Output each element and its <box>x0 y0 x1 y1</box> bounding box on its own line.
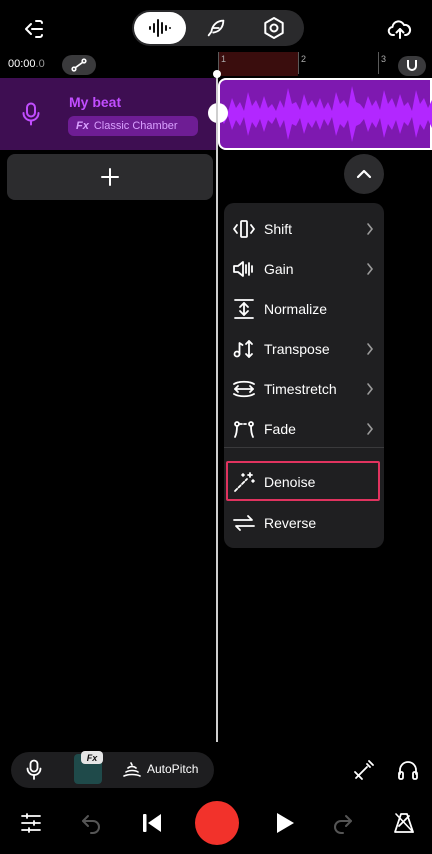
menu-divider <box>224 447 384 448</box>
mixer-button[interactable] <box>18 810 44 836</box>
chevron-up-icon <box>356 169 372 179</box>
autopitch-button[interactable]: AutoPitch <box>147 762 198 776</box>
menu-item-label: Fade <box>264 421 296 437</box>
play-icon <box>277 813 294 833</box>
cloud-upload-icon <box>387 20 412 39</box>
undo-button[interactable] <box>78 810 104 836</box>
exit-arrow-icon <box>25 20 43 38</box>
menu-item-fade[interactable]: Fade <box>224 411 384 447</box>
settings-mode-button[interactable] <box>256 10 292 46</box>
waveform-shape <box>218 86 432 142</box>
speaker-gain-icon <box>232 257 256 281</box>
metronome-button[interactable] <box>391 810 417 836</box>
time-ms: .0 <box>35 58 45 70</box>
sliders-icon <box>21 813 41 833</box>
headphones-icon <box>398 761 418 780</box>
hexagon-gear-icon <box>264 17 284 39</box>
magnet-icon <box>407 60 417 71</box>
feather-icon <box>207 19 225 37</box>
record-button[interactable] <box>195 801 239 845</box>
undo-icon <box>82 815 100 834</box>
menu-item-label: Timestretch <box>264 381 337 397</box>
fade-icon <box>232 417 256 441</box>
clip-edit-menu: Shift Gain Normalize Transpose Timestret… <box>224 203 384 548</box>
menu-item-shift[interactable]: Shift <box>224 211 384 247</box>
menu-item-label: Shift <box>264 221 293 237</box>
redo-icon <box>334 815 352 834</box>
menu-item-transpose[interactable]: Transpose <box>224 331 384 367</box>
loop-region <box>218 52 298 76</box>
time-main: 00:00 <box>8 58 36 70</box>
mic-icon <box>21 102 41 126</box>
menu-item-label: Normalize <box>264 301 328 317</box>
chevron-right-icon <box>367 263 374 275</box>
menu-item-normalize[interactable]: Normalize <box>224 291 384 327</box>
bar-tick <box>298 52 299 74</box>
upload-button[interactable] <box>380 12 420 46</box>
normalize-icon <box>232 297 256 321</box>
fx-badge: Fx <box>81 751 103 764</box>
reverse-arrows-icon <box>232 511 256 535</box>
clip-trim-handle[interactable] <box>208 103 228 123</box>
skip-back-icon <box>143 814 161 832</box>
shift-icon <box>232 217 256 241</box>
menu-item-reverse[interactable]: Reverse <box>224 505 384 541</box>
menu-item-timestretch[interactable]: Timestretch <box>224 371 384 407</box>
chevron-right-icon <box>367 223 374 235</box>
bar-number: 1 <box>221 54 227 64</box>
back-button[interactable] <box>14 12 54 46</box>
menu-item-label: Gain <box>264 261 294 277</box>
chevron-right-icon <box>367 343 374 355</box>
fx-name: Classic Chamber <box>93 120 178 132</box>
mode-switcher <box>132 10 304 46</box>
add-track-button[interactable] <box>7 154 213 200</box>
chevron-right-icon <box>367 383 374 395</box>
plus-icon <box>101 168 119 186</box>
bar-number: 3 <box>381 54 387 64</box>
collapse-menu-button[interactable] <box>344 154 384 194</box>
headphones-button[interactable] <box>396 758 420 782</box>
feather-mode-button[interactable] <box>198 10 234 46</box>
menu-item-gain[interactable]: Gain <box>224 251 384 287</box>
timestretch-icon <box>232 377 256 401</box>
bar-number: 2 <box>301 54 307 64</box>
audio-clip[interactable] <box>218 78 432 150</box>
time-display: 00:00.0 <box>8 58 45 70</box>
mic-icon <box>26 759 42 780</box>
chevron-right-icon <box>367 423 374 435</box>
rewind-button[interactable] <box>139 810 165 836</box>
transpose-icon <box>232 337 256 361</box>
playhead-knob[interactable] <box>213 70 221 78</box>
mic-button[interactable] <box>22 758 46 782</box>
playhead-line[interactable] <box>216 72 218 742</box>
fx-prefix: Fx <box>76 120 89 132</box>
bar-tick <box>378 52 379 74</box>
redo-button[interactable] <box>330 810 356 836</box>
snap-button[interactable] <box>398 56 426 76</box>
waveform-mode-button[interactable] <box>134 12 186 44</box>
selection-highlight <box>226 461 380 501</box>
autopitch-icon <box>122 760 142 780</box>
menu-item-label: Transpose <box>264 341 330 357</box>
pencil-slash-icon <box>354 760 374 780</box>
loop-range-icon <box>71 58 87 72</box>
loop-button[interactable] <box>62 55 96 75</box>
track-fx-chip[interactable]: Fx Classic Chamber <box>68 116 198 136</box>
menu-item-label: Reverse <box>264 515 317 531</box>
metronome-icon <box>394 813 414 833</box>
track-title: My beat <box>69 94 122 110</box>
pencil-off-button[interactable] <box>352 758 376 782</box>
track-header[interactable]: My beat Fx Classic Chamber <box>0 78 216 150</box>
play-button[interactable] <box>271 810 297 836</box>
waveform-icon <box>149 19 171 37</box>
